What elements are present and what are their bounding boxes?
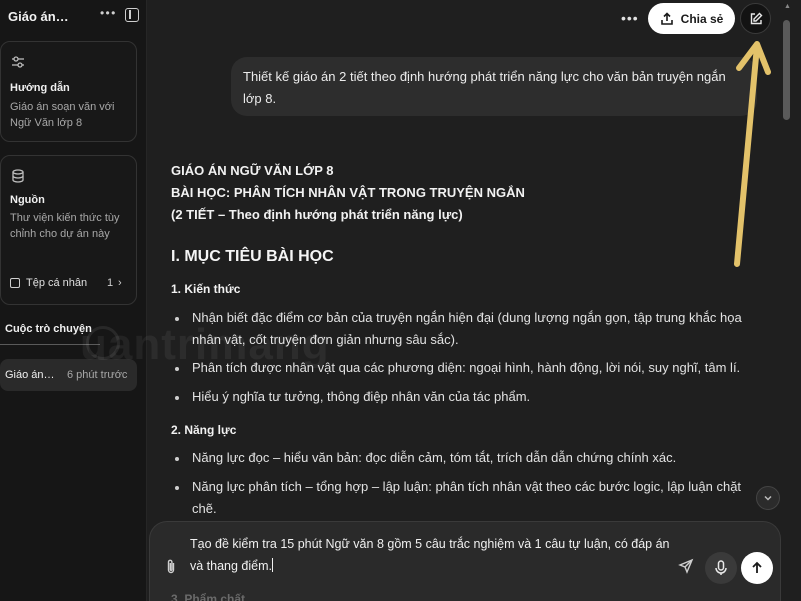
guide-card[interactable]: Hướng dẫn Giáo án soạn văn với Ngữ Văn l… — [0, 41, 137, 142]
response-title-line: GIÁO ÁN NGỮ VĂN LỚP 8 — [171, 163, 334, 178]
bullet — [175, 317, 179, 321]
conversation-title: Giáo án… — [5, 369, 55, 381]
share-button[interactable]: Chia sẻ — [648, 3, 735, 34]
conversation-time: 6 phút trước — [67, 369, 128, 381]
scrollbar-thumb[interactable] — [783, 20, 790, 120]
conversations-heading: Cuộc trò chuyện — [5, 323, 92, 335]
file-icon — [10, 278, 20, 288]
bullet — [175, 486, 179, 490]
share-label: Chia sẻ — [680, 11, 724, 26]
section-heading: I. MỤC TIÊU BÀI HỌC — [171, 248, 334, 265]
composer-text: Tạo đề kiểm tra 15 phút Ngữ văn 8 gồm 5 … — [190, 537, 670, 573]
paper-plane-icon[interactable] — [678, 558, 694, 574]
project-header: Giáo án… • • • — [8, 6, 140, 24]
bullet — [175, 396, 179, 400]
microphone-icon — [715, 560, 727, 575]
chevron-down-icon — [764, 495, 772, 501]
conversation-more-icon[interactable]: ••• — [621, 10, 639, 26]
response-title-line: BÀI HỌC: PHÂN TÍCH NHÂN VẬT TRONG TRUYỆN… — [171, 185, 525, 200]
text-caret — [272, 558, 273, 572]
list-item: Năng lực đọc – hiểu văn bản: đọc diễn cả… — [192, 450, 677, 465]
toggle-sidebar-icon[interactable] — [125, 8, 139, 22]
list-item: Nhận biết đặc điểm cơ bản của truyện ngắ… — [192, 310, 742, 347]
arrow-up-icon — [752, 561, 762, 573]
edit-icon — [750, 12, 762, 24]
new-chat-button[interactable] — [740, 3, 771, 34]
list-item: Phân tích được nhân vật qua các phương d… — [192, 360, 741, 375]
personal-files-row[interactable]: Tệp cá nhân 1 › — [10, 275, 130, 291]
more-options-icon[interactable]: • • • — [100, 6, 115, 20]
response-title: GIÁO ÁN NGỮ VĂN LỚP 8 BÀI HỌC: PHÂN TÍCH… — [171, 160, 761, 226]
scroll-down-button[interactable] — [756, 486, 780, 510]
subsection-heading: 2. Năng lực — [171, 423, 237, 437]
list-item: Năng lực phân tích – tổng hợp – lập luận… — [192, 479, 742, 516]
chevron-right-icon: › — [118, 277, 122, 289]
source-text: Thư viện kiến thức tùy chỉnh cho dự án n… — [10, 212, 120, 240]
project-title[interactable]: Giáo án… — [8, 9, 69, 24]
bullet — [175, 367, 179, 371]
user-message: Thiết kế giáo án 2 tiết theo định hướng … — [231, 57, 757, 116]
guide-heading: Hướng dẫn — [10, 82, 70, 94]
bullet — [175, 457, 179, 461]
composer-input[interactable]: Tạo đề kiểm tra 15 phút Ngữ văn 8 gồm 5 … — [190, 533, 680, 577]
guide-text: Giáo án soạn văn với Ngữ Văn lớp 8 — [10, 101, 115, 129]
sidebar: Giáo án… • • • Hướng dẫn Giáo án soạn vă… — [0, 0, 147, 601]
microphone-button[interactable] — [705, 552, 737, 584]
source-card[interactable]: Nguồn Thư viện kiến thức tùy chỉnh cho d… — [0, 155, 137, 305]
personal-files-label: Tệp cá nhân — [26, 277, 88, 289]
subsection-heading: 3. Phẩm chất — [171, 592, 246, 601]
upload-icon — [660, 11, 673, 25]
send-button[interactable] — [741, 552, 773, 584]
source-heading: Nguồn — [10, 194, 45, 206]
response-title-line: (2 TIẾT – Theo định hướng phát triển năn… — [171, 207, 463, 222]
paperclip-icon[interactable] — [164, 558, 178, 576]
database-icon — [12, 169, 24, 183]
personal-files-count: 1 — [107, 277, 114, 289]
subsection-heading: 1. Kiến thức — [171, 282, 241, 296]
list-item: Hiểu ý nghĩa tư tưởng, thông điệp nhân v… — [192, 389, 531, 404]
sliders-icon — [12, 56, 24, 68]
scroll-up-icon[interactable]: ▲ — [784, 3, 791, 10]
